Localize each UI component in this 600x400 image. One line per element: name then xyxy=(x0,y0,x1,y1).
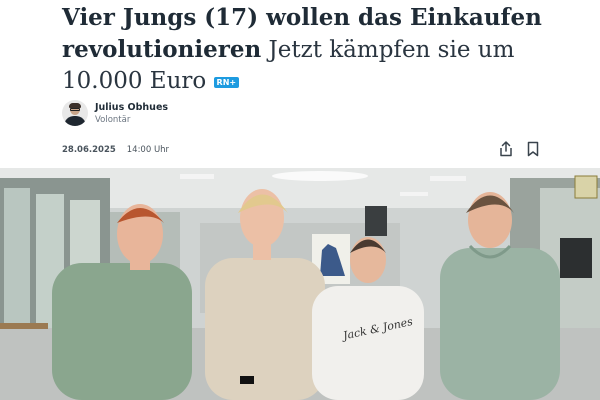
article-photo: Jack & Jones xyxy=(0,168,600,400)
article-headline: Vier Jungs (17) wollen das Einkaufen re­… xyxy=(62,2,582,97)
bookmark-icon[interactable] xyxy=(524,140,542,158)
rn-plus-badge: RN+ xyxy=(213,77,240,88)
share-icon[interactable] xyxy=(497,140,515,158)
publish-meta: 28.06.2025 14:00 Uhr xyxy=(62,145,169,155)
author-name[interactable]: Julius Obhues xyxy=(95,101,168,114)
author-block[interactable]: Julius Obhues Volontär xyxy=(62,100,168,126)
publish-date: 28.06.2025 xyxy=(62,145,116,155)
avatar[interactable] xyxy=(62,100,88,126)
author-role: Volontär xyxy=(95,114,131,125)
publish-time: 14:00 Uhr xyxy=(126,145,170,155)
